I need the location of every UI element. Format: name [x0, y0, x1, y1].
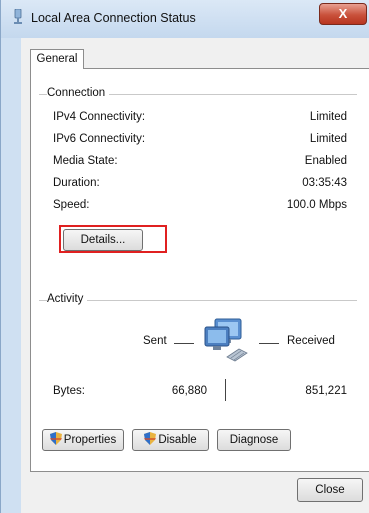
dialog-client: General Connection IPv4 Connectivity: Li… [21, 38, 369, 513]
received-dash [259, 343, 279, 344]
bytes-sent-value: 66,880 [171, 385, 207, 397]
ipv4-connectivity-label: IPv4 Connectivity: [53, 111, 146, 123]
sent-dash [174, 343, 194, 344]
ipv6-connectivity-label: IPv6 Connectivity: [53, 133, 146, 145]
window-title: Local Area Connection Status [31, 11, 196, 25]
speed-label: Speed: [53, 199, 90, 211]
tab-general[interactable]: General [30, 49, 84, 69]
duration-label: Duration: [53, 177, 100, 189]
bytes-divider [225, 379, 226, 401]
close-button[interactable]: Close [297, 478, 363, 502]
properties-button[interactable]: Properties [42, 429, 124, 451]
close-icon[interactable]: X [319, 3, 367, 25]
shield-icon [49, 432, 62, 445]
bytes-received-value: 851,221 [305, 385, 347, 397]
speed-value: 100.0 Mbps [286, 199, 347, 211]
sent-label: Sent [143, 335, 167, 347]
media-state-value: Enabled [304, 155, 347, 167]
dialog-window: Local Area Connection Status X General C… [0, 0, 369, 513]
network-computers-icon [204, 318, 248, 362]
details-highlight-box [59, 225, 167, 253]
title-bar[interactable]: Local Area Connection Status X [1, 0, 369, 38]
media-state-label: Media State: [53, 155, 118, 167]
ipv4-connectivity-value: Limited [309, 111, 347, 123]
disable-button[interactable]: Disable [132, 429, 209, 451]
diagnose-button[interactable]: Diagnose [217, 429, 291, 451]
disable-button-label: Disable [158, 434, 197, 446]
bytes-label: Bytes: [53, 385, 85, 397]
general-panel: Connection IPv4 Connectivity: Limited IP… [30, 68, 369, 472]
ipv6-connectivity-value: Limited [309, 133, 347, 145]
network-icon [14, 9, 22, 24]
received-label: Received [287, 335, 335, 347]
activity-group-label: Activity [47, 293, 88, 305]
shield-icon [144, 432, 157, 445]
properties-button-label: Properties [63, 434, 117, 446]
connection-group-label: Connection [47, 87, 110, 99]
duration-value: 03:35:43 [302, 177, 347, 189]
